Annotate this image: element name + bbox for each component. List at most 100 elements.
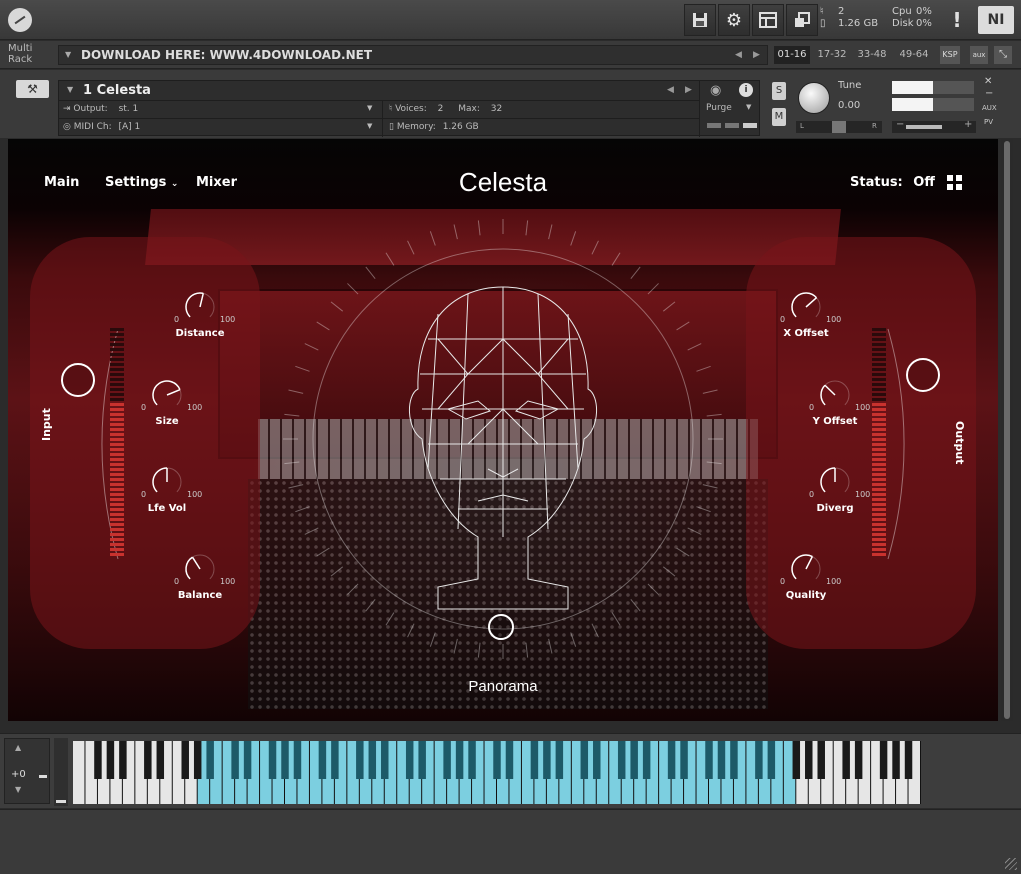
- black-key: [418, 741, 426, 779]
- aux-label[interactable]: AUX: [982, 104, 997, 112]
- panel-scrollbar[interactable]: [1001, 139, 1013, 721]
- volume-slider[interactable]: − +: [892, 119, 976, 133]
- knob-pointer: [824, 384, 836, 396]
- memory-icon: ▯: [820, 18, 826, 29]
- meter-segment: [110, 388, 124, 391]
- kontakt-logo-icon[interactable]: [8, 8, 32, 32]
- knob-quality[interactable]: 0 100 Quality: [761, 551, 851, 615]
- options-button[interactable]: ⚙: [718, 4, 750, 36]
- multi-rack-name-field[interactable]: ▼ DOWNLOAD HERE: WWW.4DOWNLOAD.NET ◀ ▶: [58, 45, 768, 65]
- meter-segment: [110, 403, 124, 406]
- knob-y-offset[interactable]: 0 100 Y Offset: [790, 377, 880, 441]
- panorama-tick: [347, 583, 359, 595]
- pan-slider[interactable]: L R: [796, 121, 882, 133]
- max-voices-label: Max:: [458, 104, 480, 114]
- chevron-down-icon[interactable]: ▼: [65, 46, 71, 64]
- output-row[interactable]: ⇥ Output: st. 1: [63, 104, 138, 114]
- output-gain-handle[interactable]: [906, 358, 940, 392]
- close-instrument-icon[interactable]: ✕: [984, 76, 992, 87]
- keyboard-keys[interactable]: [73, 741, 921, 804]
- multi-rack-label: Multi Rack: [8, 43, 32, 65]
- max-voices-value[interactable]: 32: [491, 104, 502, 114]
- pitch-wheel[interactable]: [54, 738, 68, 806]
- black-key: [405, 741, 414, 779]
- meter-segment: [872, 438, 886, 441]
- mod-wheel-marker[interactable]: [39, 775, 47, 778]
- meter-segment: [872, 533, 886, 536]
- meter-segment: [872, 488, 886, 491]
- purge-dropdown-icon[interactable]: ▼: [746, 103, 751, 111]
- ni-logo-button[interactable]: NI: [978, 6, 1014, 34]
- previous-arrow-icon[interactable]: ◀: [735, 46, 742, 64]
- ksp-button[interactable]: KSP: [940, 46, 960, 64]
- pitch-wheel-marker[interactable]: [56, 800, 66, 803]
- knob-min-label: 0: [141, 403, 147, 412]
- resize-handle-icon[interactable]: [1005, 858, 1017, 870]
- knob-lfe-vol[interactable]: 0 100 Lfe Vol: [122, 464, 212, 528]
- input-gain-handle[interactable]: [61, 363, 95, 397]
- rack-tab-33-48[interactable]: 33-48: [854, 46, 890, 64]
- knob-size[interactable]: 0 100 Size: [122, 377, 212, 441]
- meter-segment: [872, 528, 886, 531]
- scrollbar-thumb[interactable]: [1004, 141, 1010, 719]
- black-key: [106, 741, 115, 779]
- disk-label: Disk: [892, 18, 914, 29]
- octave-up-icon[interactable]: ▲: [15, 743, 21, 752]
- midi-channel-row[interactable]: ◎ MIDI Ch: [A] 1: [63, 122, 140, 132]
- knob-x-offset[interactable]: 0 100 X Offset: [761, 289, 851, 353]
- knob-dial[interactable]: [817, 377, 853, 413]
- panorama-handle[interactable]: [488, 614, 514, 640]
- knob-dial[interactable]: [788, 289, 824, 325]
- pv-label[interactable]: PV: [984, 118, 993, 126]
- minimize-view-button[interactable]: [786, 4, 818, 36]
- rack-tab-01-16[interactable]: 01-16: [774, 46, 810, 64]
- knob-pointer: [191, 556, 201, 570]
- mute-button[interactable]: M: [772, 108, 786, 126]
- collapse-icon[interactable]: ⤡: [994, 46, 1012, 64]
- meter-segment: [110, 473, 124, 476]
- engine-alert-button[interactable]: !: [944, 4, 970, 36]
- snapshot-camera-icon[interactable]: ◉: [710, 83, 721, 98]
- status-indicator[interactable]: Status: Off: [850, 175, 935, 190]
- view-button[interactable]: [752, 4, 784, 36]
- knob-dial[interactable]: [817, 464, 853, 500]
- save-button[interactable]: [684, 4, 716, 36]
- knob-distance[interactable]: 0 100 Distance: [155, 289, 245, 353]
- solo-button[interactable]: S: [772, 82, 786, 100]
- panorama-tick: [696, 506, 711, 513]
- virtual-keyboard[interactable]: [73, 741, 921, 804]
- grid-menu-icon[interactable]: [947, 175, 962, 190]
- knob-arc: [791, 292, 818, 318]
- knob-dial[interactable]: [149, 377, 185, 413]
- knob-dial[interactable]: [182, 289, 218, 325]
- aux-button[interactable]: aux: [970, 46, 988, 64]
- meter-segment: [110, 423, 124, 426]
- pan-handle[interactable]: [832, 121, 846, 133]
- instrument-name[interactable]: 1 Celesta: [83, 83, 151, 98]
- knob-dial[interactable]: [149, 464, 185, 500]
- panorama-tick: [548, 638, 553, 654]
- wrench-icon[interactable]: ⚒: [16, 80, 49, 98]
- knob-diverg[interactable]: 0 100 Diverg: [790, 464, 880, 528]
- knob-min-label: 0: [174, 315, 180, 324]
- octave-down-icon[interactable]: ▼: [15, 785, 21, 794]
- meter-segment: [872, 508, 886, 511]
- knob-balance[interactable]: 0 100 Balance: [155, 551, 245, 615]
- rack-tab-49-64[interactable]: 49-64: [896, 46, 932, 64]
- knob-dial[interactable]: [788, 551, 824, 587]
- pan-left-label: L: [800, 122, 804, 130]
- knob-label: Diverg: [816, 503, 854, 514]
- previous-instrument-icon[interactable]: ◀: [667, 85, 674, 95]
- rack-tab-17-32[interactable]: 17-32: [814, 46, 850, 64]
- tune-knob[interactable]: [798, 82, 830, 114]
- chevron-down-icon[interactable]: ▼: [67, 85, 73, 94]
- next-arrow-icon[interactable]: ▶: [753, 46, 760, 64]
- purge-button[interactable]: Purge: [706, 103, 732, 113]
- output-dropdown-icon[interactable]: ▼: [367, 104, 372, 112]
- minimize-instrument-icon[interactable]: −: [985, 88, 993, 99]
- info-icon[interactable]: i: [739, 83, 753, 97]
- knob-dial[interactable]: [182, 551, 218, 587]
- midi-dropdown-icon[interactable]: ▼: [367, 122, 372, 130]
- memory-value: 1.26 GB: [442, 122, 479, 132]
- next-instrument-icon[interactable]: ▶: [685, 85, 692, 95]
